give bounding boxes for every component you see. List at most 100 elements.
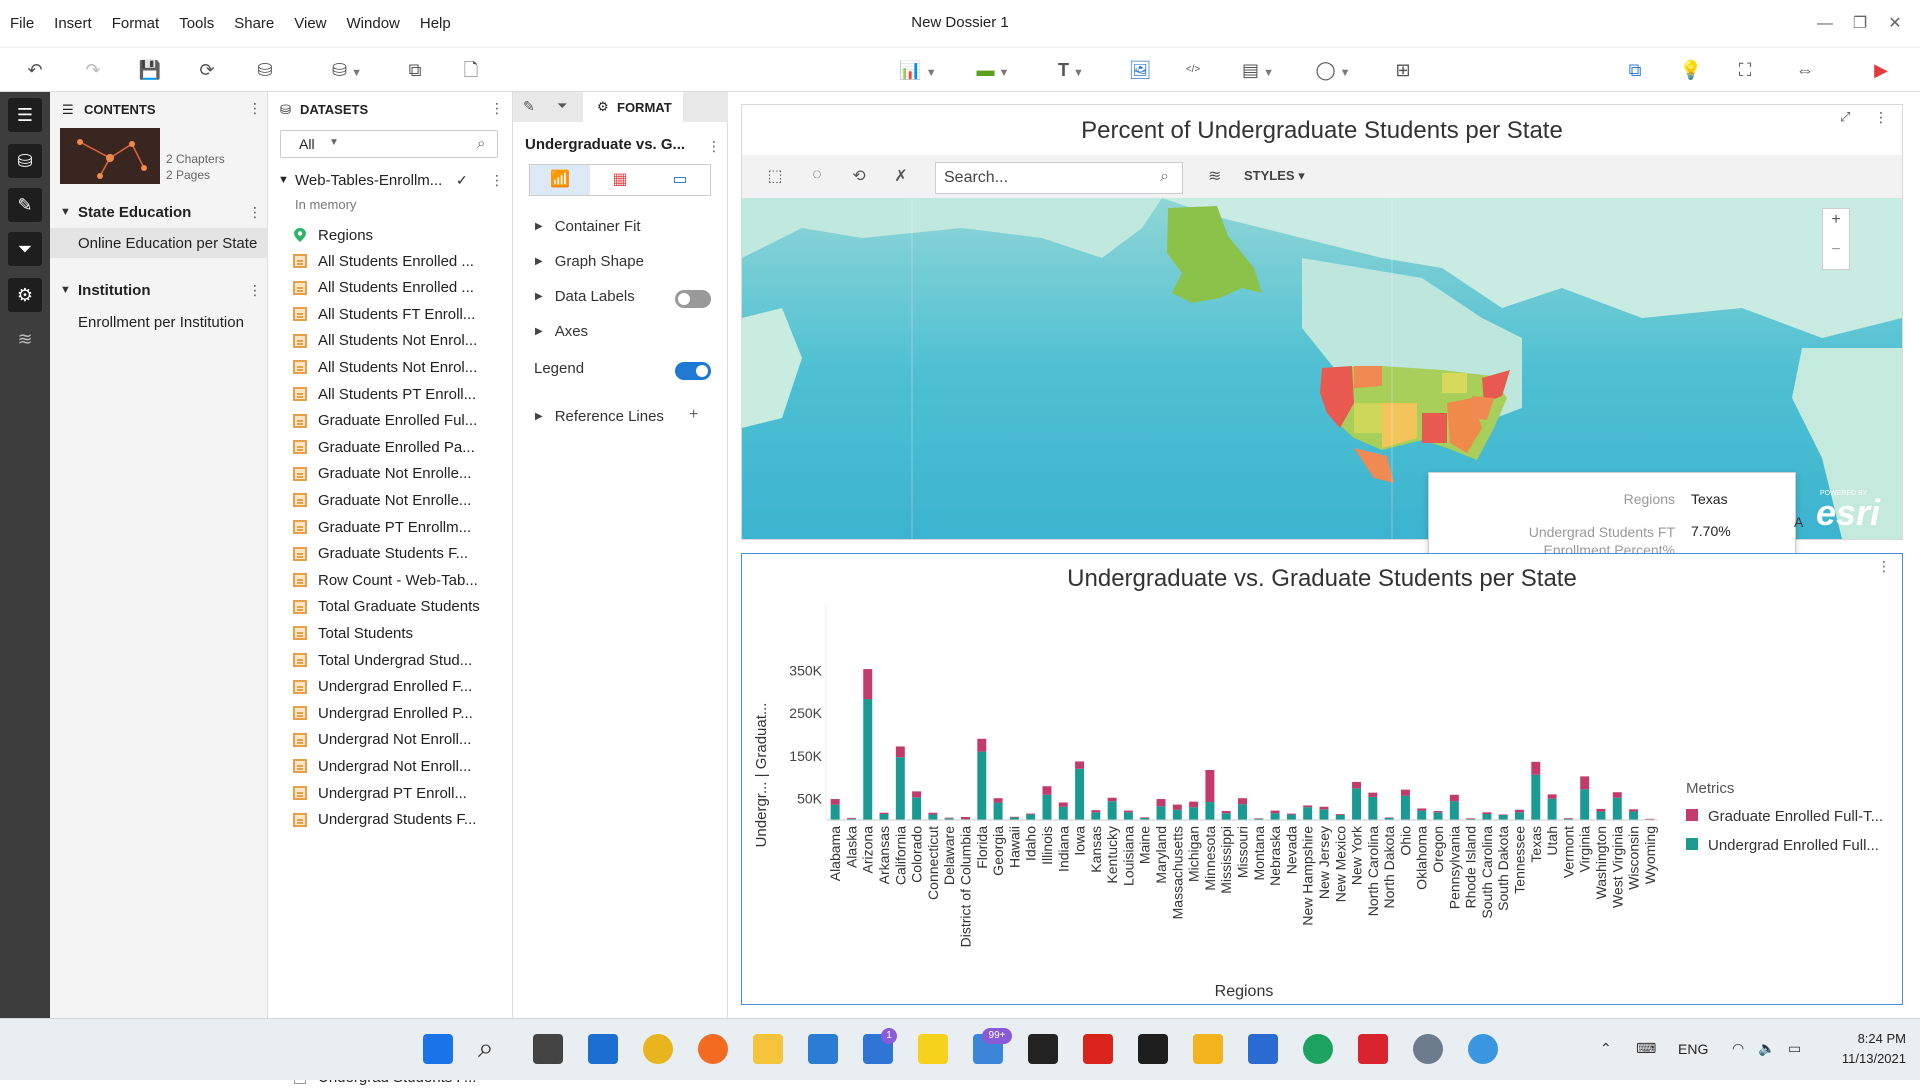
bar-graduate[interactable] (1531, 761, 1541, 775)
dataset-more-icon[interactable]: ⋮ (490, 172, 504, 189)
dataset-metric-item[interactable]: Graduate PT Enrollm... (292, 516, 471, 538)
legend-toggle[interactable] (675, 362, 711, 380)
bar-undergrad[interactable] (830, 804, 840, 820)
bar-undergrad[interactable] (1270, 813, 1280, 820)
legend-label-undergrad[interactable]: Undergrad Enrolled Full... (1708, 837, 1879, 854)
zoom-out-button[interactable]: − (1823, 241, 1849, 259)
dataset-metric-item[interactable]: Total Graduate Students (292, 596, 480, 618)
presentation-icon[interactable]: ⧉ (1620, 56, 1650, 84)
save-icon[interactable]: 💾 (135, 56, 165, 84)
chapter-state-education[interactable]: State Education (78, 204, 191, 221)
section-axes[interactable]: ▶ Axes (535, 323, 588, 340)
bar-graduate[interactable] (1270, 810, 1280, 814)
undo-icon[interactable]: ↶ (20, 56, 50, 84)
bar-undergrad[interactable] (1368, 796, 1378, 820)
menu-insert[interactable]: Insert (44, 15, 102, 32)
file-explorer-icon[interactable] (753, 1034, 783, 1064)
insights-icon[interactable]: 💡 (1676, 56, 1706, 84)
bar-undergrad[interactable] (1058, 806, 1068, 820)
section-data-labels[interactable]: ▶ Data Labels (535, 288, 635, 305)
editor-icon[interactable]: ✎ (8, 188, 42, 222)
bar-graduate[interactable] (1612, 792, 1622, 798)
bar-graduate[interactable] (1042, 786, 1052, 795)
bar-graduate[interactable] (1123, 810, 1133, 813)
dataset-metric-item[interactable]: Total Undergrad Stud... (292, 649, 472, 671)
dataset-metric-item[interactable]: All Students Enrolled ... (292, 250, 474, 272)
bar-undergrad[interactable] (1156, 806, 1166, 820)
dataset-metric-item[interactable]: Graduate Enrolled Pa... (292, 436, 475, 458)
bar-undergrad[interactable] (863, 699, 873, 820)
bar-undergrad[interactable] (1629, 811, 1639, 820)
chapter-collapse-icon[interactable]: ▼ (60, 284, 71, 296)
clock-time[interactable]: 8:24 PM (1826, 1031, 1906, 1046)
add-data-icon[interactable]: ⛁ ▼ (325, 56, 369, 84)
start-icon[interactable] (423, 1034, 453, 1064)
bar-graduate[interactable] (1449, 794, 1459, 802)
menu-window[interactable]: Window (337, 15, 410, 32)
bar-graduate[interactable] (895, 746, 905, 758)
dataset-metric-item[interactable]: All Students Enrolled ... (292, 277, 474, 299)
bar-graduate[interactable] (1286, 813, 1296, 815)
bar-graduate[interactable] (1352, 781, 1362, 789)
insert-visualization-icon[interactable]: 📊 ▼ (895, 56, 941, 84)
bar-undergrad[interactable] (1515, 812, 1524, 820)
bar-undergrad[interactable] (1091, 812, 1101, 820)
bar-graduate[interactable] (1319, 806, 1329, 810)
data-labels-toggle[interactable] (675, 290, 711, 308)
bar-undergrad[interactable] (912, 797, 922, 820)
bar-graduate[interactable] (1498, 814, 1508, 815)
clear-selection-icon[interactable]: ✗ (889, 166, 913, 190)
refresh-icon[interactable]: ⟳ (192, 56, 222, 84)
menu-share[interactable]: Share (224, 15, 284, 32)
container-format-icon[interactable]: ▭ (650, 165, 710, 195)
bar-graduate[interactable] (912, 791, 922, 798)
bar-graduate[interactable] (928, 812, 938, 815)
circle-select-icon[interactable]: ◌ (805, 166, 829, 190)
bar-graduate[interactable] (1563, 818, 1573, 819)
bar-graduate[interactable] (1400, 789, 1410, 796)
bar-graduate[interactable] (1140, 817, 1150, 818)
dataset-refresh-icon[interactable]: ⛁ (250, 56, 280, 84)
bar-undergrad[interactable] (1303, 807, 1313, 820)
dataset-filter-box[interactable]: All ▼ ⌕ (280, 130, 498, 158)
dataset-metric-item[interactable]: Graduate Students F... (292, 543, 468, 565)
insert-filter-icon[interactable]: ▬ ▼ (970, 56, 1016, 84)
insert-image-icon[interactable]: 🖼 (1125, 56, 1155, 84)
contents-icon[interactable]: ☰ (8, 98, 42, 132)
search-icon[interactable]: ⌕ (1160, 168, 1169, 186)
section-graph-shape[interactable]: ▶ Graph Shape (535, 253, 644, 270)
dataset-metric-item[interactable]: Undergrad Not Enroll... (292, 729, 471, 751)
bar-graduate[interactable] (879, 812, 889, 815)
task-view-icon[interactable] (533, 1034, 563, 1064)
filter-tab-icon[interactable]: ⏷ (557, 98, 567, 114)
insert-panel-icon[interactable]: ◯ ▼ (1310, 56, 1356, 84)
bar-graduate[interactable] (1547, 794, 1557, 799)
insert-shape-icon[interactable]: ▤ ▼ (1235, 56, 1281, 84)
bar-graduate[interactable] (1107, 797, 1117, 802)
chapter-institution[interactable]: Institution (78, 282, 150, 299)
bar-undergrad[interactable] (1531, 774, 1541, 820)
bar-undergrad[interactable] (1335, 814, 1345, 820)
layers-icon[interactable]: ≋ (1208, 166, 1221, 186)
fit-page-icon[interactable]: ⛶ (1730, 56, 1760, 84)
legend-label-graduate[interactable]: Graduate Enrolled Full-T... (1708, 808, 1883, 825)
dataset-metric-item[interactable]: Graduate Enrolled Ful... (292, 410, 477, 432)
zoom-in-button[interactable]: + (1823, 211, 1849, 229)
chapter-collapse-icon[interactable]: ▼ (60, 206, 71, 218)
widgets-icon[interactable] (588, 1034, 618, 1064)
paint-icon[interactable] (1468, 1034, 1498, 1064)
bar-graduate[interactable] (1091, 810, 1101, 813)
section-reference-lines[interactable]: ▶ Reference Lines (535, 408, 664, 425)
bar-graduate[interactable] (977, 738, 987, 752)
search-icon[interactable]: ⌕ (478, 1032, 494, 1065)
dataset-metric-item[interactable]: All Students PT Enroll... (292, 383, 476, 405)
lasso-select-icon[interactable]: ⟲ (847, 166, 871, 190)
bar-undergrad[interactable] (1352, 788, 1362, 820)
restore-icon[interactable]: ❐ (1845, 10, 1875, 38)
insert-html-icon[interactable]: </> (1178, 56, 1208, 84)
dataset-metric-item[interactable]: Graduate Not Enrolle... (292, 463, 471, 485)
minimize-icon[interactable]: — (1810, 10, 1840, 38)
firefox-icon[interactable] (698, 1034, 728, 1064)
acrobat-icon[interactable] (1083, 1034, 1113, 1064)
format-more-icon[interactable]: ⋮ (707, 138, 721, 155)
